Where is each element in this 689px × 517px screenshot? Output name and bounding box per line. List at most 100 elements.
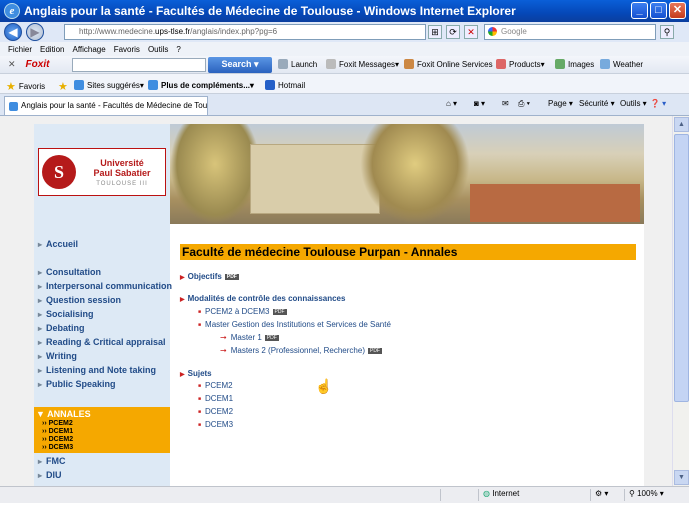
securite-menu[interactable]: Sécurité ▾ [579, 99, 615, 108]
close-toolbar-icon[interactable]: ✕ [8, 59, 16, 70]
nav-fmc[interactable]: FMC [38, 456, 66, 466]
add-star-icon: ★ [58, 81, 68, 93]
menu-help[interactable]: ? [176, 45, 180, 54]
address-bar: ◀ ▶ http://www.medecine.ups-tlse.fr/angl… [0, 22, 689, 42]
nav-annales[interactable]: ▼ ANNALES [36, 409, 91, 419]
foxit-services-button[interactable]: Foxit Online Services [404, 59, 493, 69]
mod-item-master[interactable]: Master Gestion des Institutions et Servi… [198, 320, 391, 329]
tab-page-icon [9, 102, 18, 111]
favoris-button[interactable]: ★ Favoris [6, 80, 45, 93]
pdf-icon[interactable]: PDF [224, 273, 239, 280]
nav-interpersonal[interactable]: Interpersonal communication [38, 281, 172, 291]
close-button[interactable]: ✕ [669, 2, 686, 19]
url-suffix: /anglais/index.php?pg=6 [190, 27, 278, 36]
master1-link[interactable]: ➞ Master 1 PDF [220, 333, 279, 342]
menu-favoris[interactable]: Favoris [114, 45, 140, 54]
campus-banner-image [170, 124, 644, 224]
sites-label: Sites suggérés [87, 80, 140, 90]
nav-socialising[interactable]: Socialising [38, 309, 94, 319]
ie-page-icon [74, 80, 84, 90]
objectifs-link[interactable]: ObjectifsPDF [180, 272, 239, 281]
nav-debating[interactable]: Debating [38, 323, 85, 333]
print-icon[interactable]: ⎙ ▾ [518, 99, 530, 109]
sujets-heading: Sujets [180, 369, 212, 378]
back-button[interactable]: ◀ [4, 23, 22, 41]
foxit-search-button[interactable]: Search ▾ [208, 57, 272, 73]
mod-item-pcem2-dcem3[interactable]: PCEM2 à DCEM3PDF [198, 307, 287, 316]
search-go-icon[interactable]: ⚲ [660, 25, 674, 39]
page-menu[interactable]: Page ▾ [548, 99, 573, 108]
annales-pcem2[interactable]: ›› PCEM2 [42, 420, 73, 427]
nav-reading[interactable]: Reading & Critical appraisal [38, 337, 166, 347]
pdf-icon[interactable]: PDF [264, 334, 279, 341]
vertical-scrollbar[interactable]: ▲ ▼ [672, 116, 689, 486]
sujet-dcem3[interactable]: DCEM3 [198, 420, 233, 429]
scroll-down-icon[interactable]: ▼ [674, 470, 689, 485]
add-favorite-icon[interactable]: ★ [58, 80, 68, 93]
forward-button[interactable]: ▶ [26, 23, 44, 41]
feeds-icon[interactable]: ◙ ▾ [474, 99, 485, 108]
favorites-bar: ★ Favoris ★ Sites suggérés ▾ Plus de comp… [0, 74, 689, 94]
annales-dcem2[interactable]: ›› DCEM2 [42, 436, 73, 443]
menu-affichage[interactable]: Affichage [72, 45, 105, 54]
annales-dcem3-label: DCEM3 [48, 444, 74, 451]
menu-fichier[interactable]: Fichier [8, 45, 32, 54]
stop-icon[interactable]: ✕ [464, 25, 478, 39]
services-label: Foxit Online Services [417, 59, 493, 69]
menu-outils[interactable]: Outils [148, 45, 168, 54]
search-input[interactable]: Google [484, 24, 656, 40]
nav-consultation[interactable]: Consultation [38, 267, 101, 277]
sujet-dcem2[interactable]: DCEM2 [198, 407, 233, 416]
products-button[interactable]: Products ▾ [496, 59, 545, 69]
masters2-link[interactable]: ➞ Masters 2 (Professionnel, Recherche) PDF [220, 346, 382, 355]
web-page: S Université Paul Sabatier TOULOUSE III … [34, 124, 644, 486]
sujet-pcem2[interactable]: PCEM2 [198, 381, 233, 390]
help-icon[interactable]: ❓ ▾ [650, 99, 666, 108]
maximize-button[interactable]: □ [650, 2, 667, 19]
nav-listening[interactable]: Listening and Note taking [38, 365, 156, 375]
nav-accueil[interactable]: Accueil [38, 239, 78, 249]
menu-edition[interactable]: Edition [40, 45, 64, 54]
outils-menu[interactable]: Outils ▾ [620, 99, 647, 108]
annales-dcem1[interactable]: ›› DCEM1 [42, 428, 73, 435]
plus-label: Plus de compléments... [161, 80, 250, 90]
page-menu-label: Page [548, 99, 567, 108]
annales-dcem3[interactable]: ›› DCEM3 [42, 444, 73, 451]
protected-mode-icon[interactable]: ⚙ ▾ [590, 489, 608, 501]
outils-menu-label: Outils [620, 99, 641, 108]
foxit-messages-button[interactable]: Foxit Messages ▾ [326, 59, 399, 69]
pdf-icon[interactable]: PDF [367, 347, 382, 354]
hotmail-button[interactable]: Hotmail [265, 80, 305, 90]
nav-public-speaking[interactable]: Public Speaking [38, 379, 116, 389]
sujet-dcem1[interactable]: DCEM1 [198, 394, 233, 403]
messages-label: Foxit Messages [339, 59, 396, 69]
weather-button[interactable]: Weather [600, 59, 643, 69]
scroll-thumb[interactable] [674, 134, 689, 402]
favoris-label: Favoris [18, 82, 46, 91]
launch-icon [278, 59, 288, 69]
pdf-icon[interactable]: PDF [272, 308, 287, 315]
refresh-icon[interactable]: ⟳ [446, 25, 460, 39]
nav-writing[interactable]: Writing [38, 351, 77, 361]
mail-icon[interactable]: ✉ [502, 99, 509, 108]
launch-button[interactable]: Launch [278, 59, 317, 69]
minimize-button[interactable]: _ [631, 2, 648, 19]
images-icon [555, 59, 565, 69]
zoom-control[interactable]: ⚲ 100% ▾ [624, 489, 664, 501]
home-icon[interactable]: ⌂ ▾ [446, 99, 457, 108]
compat-icon[interactable]: ⊞ [428, 25, 442, 39]
university-logo[interactable]: S Université Paul Sabatier TOULOUSE III [38, 148, 166, 196]
tab-bar: Anglais pour la santé - Facultés de Méde… [0, 94, 689, 116]
foxit-search-input[interactable] [72, 58, 206, 72]
url-field[interactable]: http://www.medecine.ups-tlse.fr/anglais/… [64, 24, 426, 40]
nav-diu[interactable]: DIU [38, 470, 62, 480]
google-icon [488, 27, 497, 36]
foxit-toolbar: ✕ Foxit Search ▾ Launch Foxit Messages ▾… [0, 56, 689, 74]
tab-anglais[interactable]: Anglais pour la santé - Facultés de Méde… [4, 96, 208, 115]
ups-emblem-icon: S [42, 155, 76, 189]
sites-suggeres-button[interactable]: Sites suggérés ▾ [74, 80, 144, 90]
nav-question[interactable]: Question session [38, 295, 121, 305]
images-button[interactable]: Images [555, 59, 594, 69]
scroll-up-icon[interactable]: ▲ [674, 117, 689, 132]
plus-complements-button[interactable]: Plus de compléments... ▾ [148, 80, 254, 90]
